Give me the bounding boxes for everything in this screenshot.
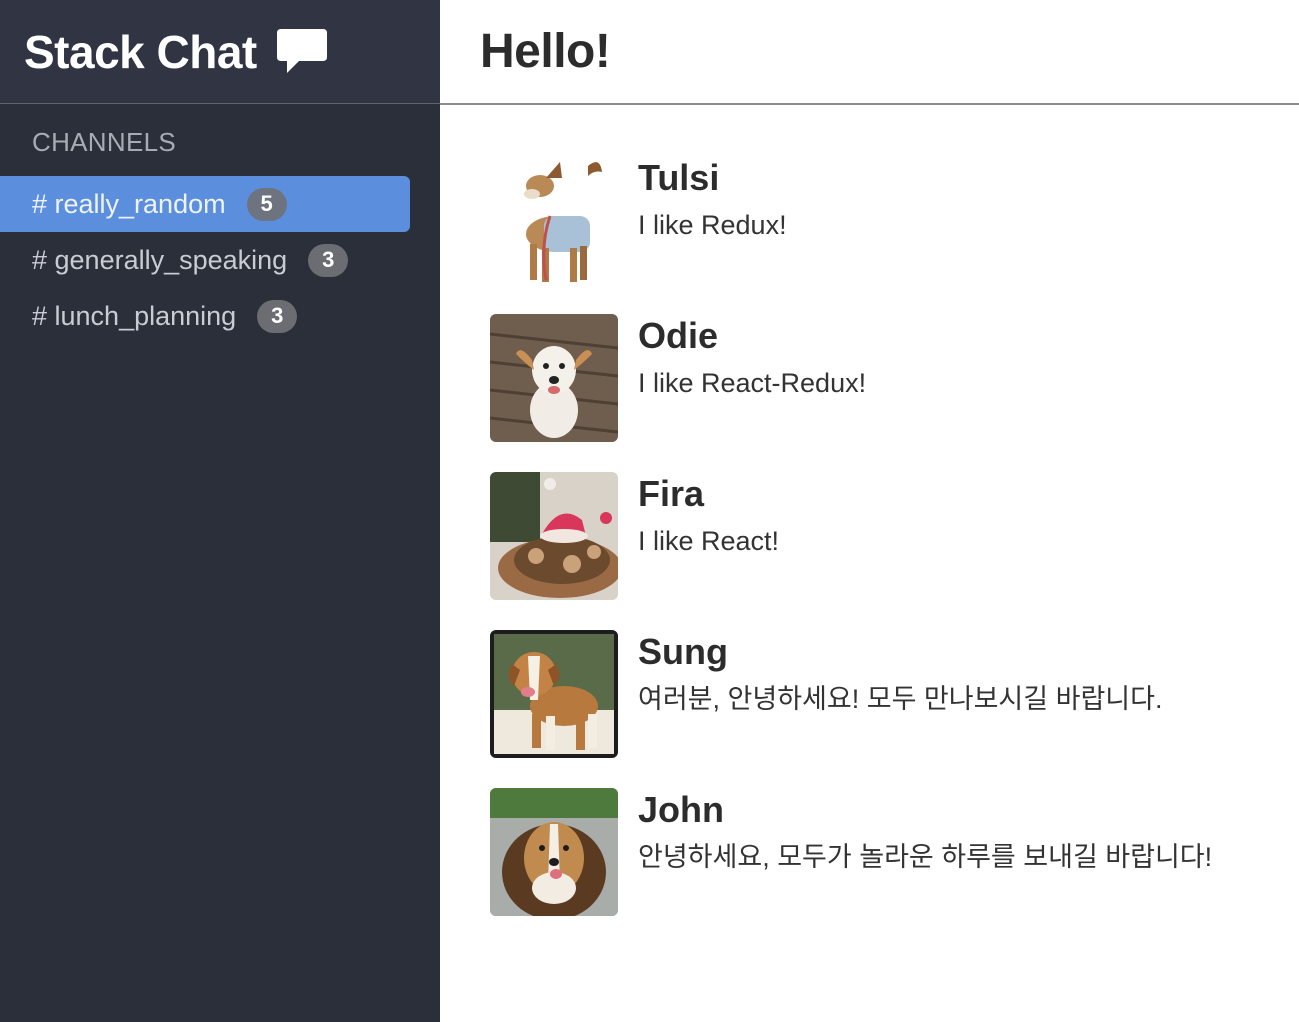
brand-header: Stack Chat [0, 0, 440, 104]
unread-count-badge: 5 [246, 187, 287, 221]
channel-label: # really_random [32, 188, 226, 219]
channel-label: # generally_speaking [32, 244, 288, 275]
channel-item-lunch-planning[interactable]: # lunch_planning 3 [0, 288, 410, 344]
sidebar: Stack Chat CHANNELS # really_random 5 # … [0, 0, 440, 1022]
message-text: 안녕하세요, 모두가 놀라운 하루를 보내길 바랍니다! [638, 842, 1213, 872]
message-item: Sung 여러분, 안녕하세요! 모두 만나보시길 바랍니다. [490, 630, 1212, 788]
message-item: Tulsi I like Redux! [490, 156, 1212, 314]
message-author: Sung [638, 631, 728, 672]
unread-count-badge: 3 [257, 299, 298, 333]
avatar [490, 314, 618, 442]
channel-item-generally-speaking[interactable]: # generally_speaking 3 [0, 232, 410, 288]
avatar [490, 156, 618, 284]
chat-bubble-icon [276, 29, 327, 80]
channel-label: # lunch_planning [32, 300, 237, 331]
message-text: I like React-Redux! [638, 368, 867, 398]
message-list: Tulsi I like Redux! Odie I like React-Re… [490, 156, 1212, 946]
channels-heading: CHANNELS [32, 127, 176, 157]
main-header: Hello! [440, 0, 1299, 105]
message-text: I like Redux! [638, 210, 787, 240]
avatar [490, 788, 618, 916]
unread-count-badge: 3 [308, 243, 349, 277]
message-author: John [638, 789, 724, 830]
page-title: Hello! [480, 25, 611, 78]
avatar [490, 472, 618, 600]
message-text: I like React! [638, 526, 780, 556]
message-author: Fira [638, 473, 705, 514]
message-item: John 안녕하세요, 모두가 놀라운 하루를 보내길 바랍니다! [490, 788, 1212, 946]
main-panel: Hello! Tulsi I like Redux! Odie I like R… [440, 0, 1299, 1022]
message-author: Tulsi [638, 157, 720, 198]
message-text: 여러분, 안녕하세요! 모두 만나보시길 바랍니다. [638, 684, 1163, 714]
message-author: Odie [638, 315, 719, 356]
brand-title: Stack Chat [24, 25, 257, 78]
message-item: Odie I like React-Redux! [490, 314, 1212, 472]
message-item: Fira I like React! [490, 472, 1212, 630]
channel-item-really-random[interactable]: # really_random 5 [0, 176, 410, 232]
channel-list: # really_random 5 # generally_speaking 3… [0, 176, 440, 344]
avatar [490, 630, 618, 758]
